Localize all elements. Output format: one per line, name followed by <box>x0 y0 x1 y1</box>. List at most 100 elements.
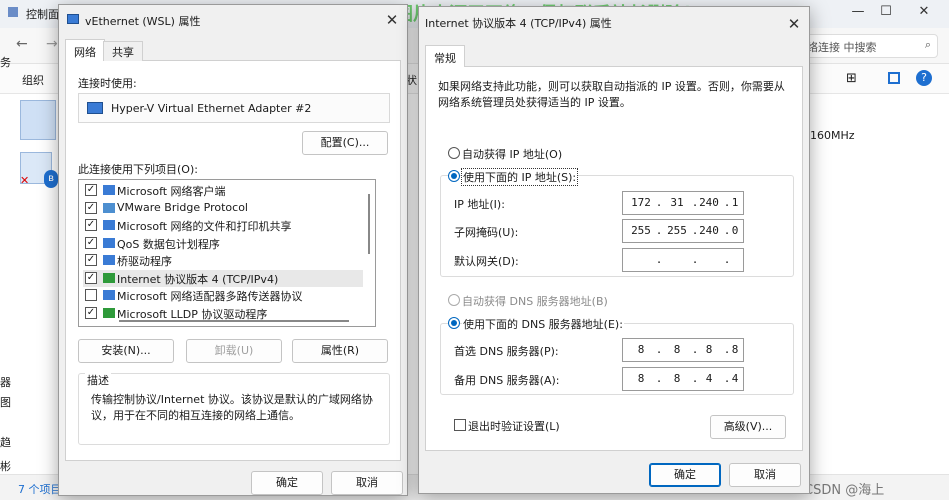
adns-octet-3: 4 <box>705 372 713 385</box>
item-label: Internet 协议版本 4 (TCP/IPv4) <box>117 272 279 286</box>
forward-icon[interactable]: → <box>46 36 58 52</box>
adns-dot: . <box>655 372 663 385</box>
organize-menu[interactable]: 组织 <box>22 72 44 88</box>
tab-general[interactable]: 常规 <box>425 45 465 68</box>
item-checkbox[interactable]: ✓ <box>85 201 97 214</box>
network-adapter-icon[interactable] <box>20 100 56 140</box>
alternate-dns-field[interactable]: 8 . 8 . 4 . 4 <box>622 367 744 391</box>
csdn-watermark: CSDN @海上 <box>804 483 885 498</box>
background-title: 控制面 <box>26 8 59 21</box>
manual-ip-radio[interactable] <box>448 170 460 182</box>
list-item[interactable]: ✓ Internet 协议版本 4 (TCP/IPv4) <box>83 269 363 287</box>
item-checkbox[interactable]: ✓ <box>85 254 97 266</box>
items-label: 此连接使用下列项目(O): <box>78 163 198 176</box>
list-item[interactable]: Microsoft 网络适配器多路传送器协议 <box>83 287 363 305</box>
item-label: Microsoft 网络适配器多路传送器协议 <box>117 290 303 303</box>
scroll-thumb[interactable] <box>368 194 370 254</box>
control-panel-icon <box>8 7 18 17</box>
adns-octet-1: 8 <box>637 372 645 385</box>
ipv4-cancel-button[interactable]: 取消 <box>729 463 801 487</box>
advanced-button[interactable]: 高级(V)... <box>710 415 786 439</box>
description-group: 描述 传输控制协议/Internet 协议。该协议是默认的广域网络协议，用于在不… <box>78 372 390 445</box>
back-icon[interactable]: ← <box>16 36 28 52</box>
item-label: 桥驱动程序 <box>117 255 172 268</box>
auto-ip-label[interactable]: 自动获得 IP 地址(O) <box>462 146 562 162</box>
ip-octet-3: 240 <box>699 196 719 209</box>
close-icon[interactable]: ✕ <box>377 7 407 33</box>
tab-sharing[interactable]: 共享 <box>103 41 143 61</box>
description-label: 描述 <box>85 372 111 388</box>
validate-checkbox[interactable] <box>454 419 466 431</box>
horizontal-scrollbar[interactable] <box>119 320 349 322</box>
bluetooth-icon: ʙ <box>44 170 58 188</box>
component-icon <box>103 307 115 318</box>
component-icon <box>103 237 115 248</box>
ip-octet-1: 172 <box>631 196 651 209</box>
close-icon[interactable]: ✕ <box>904 4 944 24</box>
auto-dns-label[interactable]: 自动获得 DNS 服务器地址(B) <box>462 293 608 309</box>
list-item[interactable]: ✓ Microsoft 网络的文件和打印机共享 <box>83 217 363 235</box>
configure-button[interactable]: 配置(C)... <box>302 131 388 155</box>
ip-dot: . <box>655 196 663 209</box>
item-checkbox[interactable]: ✓ <box>85 236 97 249</box>
wsl-cancel-button[interactable]: 取消 <box>331 471 403 495</box>
manual-dns-radio[interactable] <box>448 317 460 329</box>
item-label: VMware Bridge Protocol <box>117 200 248 214</box>
install-button[interactable]: 安装(N)... <box>78 339 174 363</box>
adns-octet-4: 4 <box>731 372 739 385</box>
item-count: 7 个项目 <box>18 483 62 496</box>
preferred-dns-field[interactable]: 8 . 8 . 8 . 8 <box>622 338 744 362</box>
list-item[interactable]: ✓ 桥驱动程序 <box>83 252 363 270</box>
wsl-ok-button[interactable]: 确定 <box>251 471 323 495</box>
pdns-octet-1: 8 <box>637 343 645 356</box>
gw-dot: . <box>691 253 699 266</box>
mask-octet-1: 255 <box>631 224 651 237</box>
ip-address-field[interactable]: 172 . 31 . 240 . 1 <box>622 191 744 215</box>
ipv4-ok-button[interactable]: 确定 <box>649 463 721 487</box>
auto-dns-radio[interactable] <box>448 294 460 306</box>
mask-octet-4: 0 <box>731 224 739 237</box>
item-checkbox[interactable]: ✓ <box>85 306 97 319</box>
components-list: ✓ Microsoft 网络客户端 ✓ VMware Bridge Protocol ✓… <box>78 179 376 327</box>
list-item[interactable]: ✓ VMware Bridge Protocol <box>83 200 363 218</box>
mask-octet-3: 240 <box>699 224 719 237</box>
wsl-properties-dialog: vEthernet (WSL) 属性 ✕ 网络 共享 连接时使用: Hyper-… <box>58 4 408 496</box>
tab-network[interactable]: 网络 <box>65 39 105 62</box>
left-snip-4: 趋 <box>0 436 11 449</box>
item-checkbox[interactable]: ✓ <box>85 271 97 284</box>
subnet-mask-field[interactable]: 255 . 255 . 240 . 0 <box>622 219 744 243</box>
component-icon <box>103 255 115 265</box>
maximize-icon[interactable]: ☐ <box>866 4 906 24</box>
alternate-dns-label: 备用 DNS 服务器(A): <box>454 374 560 387</box>
properties-button[interactable]: 属性(R) <box>292 339 388 363</box>
validate-label[interactable]: 退出时验证设置(L) <box>468 418 560 434</box>
mask-label: 子网掩码(U): <box>454 226 519 239</box>
vertical-scrollbar[interactable] <box>365 180 375 320</box>
view-icon[interactable]: ⊞ <box>846 71 857 86</box>
left-snip-5: 彬 <box>0 460 11 473</box>
item-label: Microsoft 网络的文件和打印机共享 <box>117 220 292 233</box>
manual-dns-label[interactable]: 使用下面的 DNS 服务器地址(E): <box>462 316 624 332</box>
uninstall-button[interactable]: 卸载(U) <box>186 339 282 363</box>
item-label: Microsoft 网络客户端 <box>117 185 226 198</box>
adapter-speed: 160MHz <box>810 129 855 142</box>
search-input[interactable]: 络连接 中搜索 ⌕ <box>800 34 938 58</box>
help-icon[interactable]: ? <box>916 70 932 86</box>
mask-octet-2: 255 <box>667 224 687 237</box>
gateway-field[interactable]: . . . <box>622 248 744 272</box>
item-checkbox[interactable]: ✓ <box>85 184 97 196</box>
component-icon <box>103 220 115 230</box>
pane-icon[interactable] <box>888 72 900 84</box>
component-icon <box>103 272 115 283</box>
list-item[interactable]: ✓ QoS 数据包计划程序 <box>83 235 363 253</box>
auto-ip-radio[interactable] <box>448 147 460 159</box>
manual-ip-label[interactable]: 使用下面的 IP 地址(S): <box>460 168 579 186</box>
close-icon[interactable]: ✕ <box>779 11 809 37</box>
adapter-name: Hyper-V Virtual Ethernet Adapter #2 <box>111 102 312 115</box>
item-checkbox[interactable]: ✓ <box>85 219 97 231</box>
preferred-dns-label: 首选 DNS 服务器(P): <box>454 345 559 358</box>
item-checkbox[interactable] <box>85 289 97 301</box>
pdns-dot: . <box>655 343 663 356</box>
list-item[interactable]: ✓ Microsoft 网络客户端 <box>83 182 363 200</box>
search-icon: ⌕ <box>924 38 931 51</box>
